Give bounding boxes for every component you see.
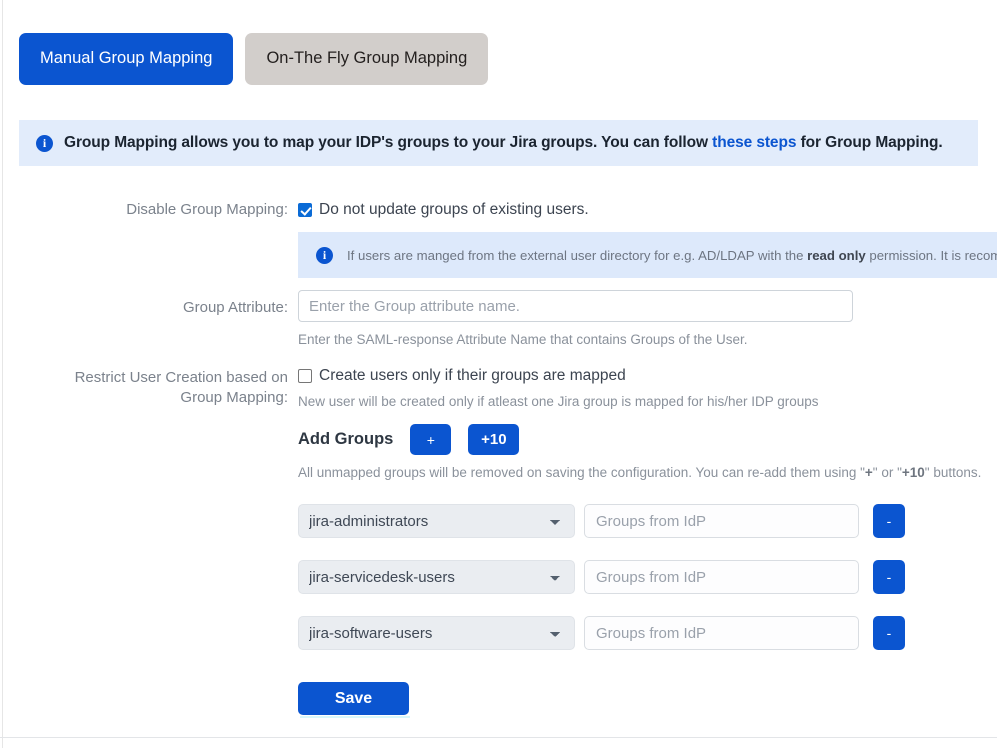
tab-on-the-fly-group-mapping[interactable]: On-The Fly Group Mapping — [245, 33, 489, 85]
disable-group-mapping-checkbox-label: Do not update groups of existing users. — [319, 201, 589, 218]
info-circle-icon: i — [36, 134, 53, 152]
add-groups-help-bold-plus10: +10 — [901, 465, 925, 480]
restrict-user-creation-label-line2: Group Mapping: — [180, 389, 288, 407]
tab-manual-group-mapping[interactable]: Manual Group Mapping — [19, 33, 234, 85]
add-ten-groups-button[interactable]: +10 — [468, 424, 520, 455]
jira-group-select[interactable]: jira-servicedesk-users — [298, 560, 575, 594]
read-only-directory-info-box: i If users are manged from the external … — [298, 232, 997, 278]
restrict-user-creation-label-line1: Restrict User Creation based on — [74, 369, 288, 386]
bottom-highlight-artifact — [300, 716, 410, 718]
disable-group-mapping-label: Disable Group Mapping: — [126, 201, 288, 218]
save-button[interactable]: Save — [298, 682, 409, 715]
group-attribute-help-text: Enter the SAML-response Attribute Name t… — [298, 332, 748, 347]
add-groups-help-bold-plus: + — [864, 465, 873, 480]
restrict-user-creation-checkbox-row[interactable]: Create users only if their groups are ma… — [298, 366, 626, 385]
remove-group-row-button[interactable]: - — [873, 616, 905, 650]
group-mapping-row: jira-servicedesk-users - — [298, 560, 905, 594]
disable-group-mapping-checkbox-row[interactable]: Do not update groups of existing users. — [298, 200, 589, 219]
read-only-directory-info-text: If users are manged from the external us… — [347, 248, 997, 263]
remove-group-row-button[interactable]: - — [873, 504, 905, 538]
group-mapping-row: jira-administrators - — [298, 504, 905, 538]
idp-groups-input[interactable] — [584, 504, 859, 538]
restrict-user-creation-checkbox-label: Create users only if their groups are ma… — [319, 367, 626, 384]
page-left-border — [2, 0, 3, 748]
remove-group-row-button[interactable]: - — [873, 560, 905, 594]
info-banner-text: Group Mapping allows you to map your IDP… — [64, 134, 943, 152]
group-mapping-info-banner: i Group Mapping allows you to map your I… — [19, 120, 978, 166]
group-attribute-label: Group Attribute: — [182, 299, 288, 316]
disable-group-mapping-checkbox[interactable] — [298, 203, 312, 217]
add-groups-row: Add Groups + +10 — [298, 424, 520, 455]
info-banner-text-before: Group Mapping allows you to map your IDP… — [64, 134, 713, 151]
add-groups-label: Add Groups — [298, 430, 394, 448]
group-mapping-row: jira-software-users - — [298, 616, 905, 650]
add-groups-help-before: All unmapped groups will be removed on s… — [298, 465, 865, 480]
these-steps-link[interactable]: these steps — [712, 134, 796, 151]
jira-group-select[interactable]: jira-software-users — [298, 616, 575, 650]
info-circle-icon: i — [316, 246, 333, 264]
page-bottom-divider — [0, 737, 997, 738]
idp-groups-input[interactable] — [584, 560, 859, 594]
restrict-user-creation-label: Restrict User Creation based on Group Ma… — [56, 368, 288, 409]
nested-info-text-before: If users are manged from the external us… — [347, 247, 808, 263]
group-mapping-rows: jira-administrators-jira-servicedesk-use… — [298, 504, 905, 672]
info-banner-text-after: for Group Mapping. — [796, 134, 943, 151]
idp-groups-input[interactable] — [584, 616, 859, 650]
jira-group-select[interactable]: jira-administrators — [298, 504, 575, 538]
add-groups-help-text: All unmapped groups will be removed on s… — [298, 465, 981, 480]
add-groups-help-after: " buttons. — [924, 465, 982, 480]
group-attribute-input[interactable] — [298, 290, 853, 322]
add-groups-help-mid: " or " — [872, 465, 902, 480]
restrict-user-creation-checkbox[interactable] — [298, 369, 312, 383]
nested-info-text-after: permission. It is recommended t — [869, 247, 997, 263]
nested-info-bold: read only — [807, 247, 866, 263]
group-mapping-tabs: Manual Group Mapping On-The Fly Group Ma… — [19, 33, 489, 85]
restrict-user-creation-help-text: New user will be created only if atleast… — [298, 394, 819, 409]
group-mapping-page: Manual Group Mapping On-The Fly Group Ma… — [0, 0, 997, 748]
add-one-group-button[interactable]: + — [410, 424, 452, 455]
